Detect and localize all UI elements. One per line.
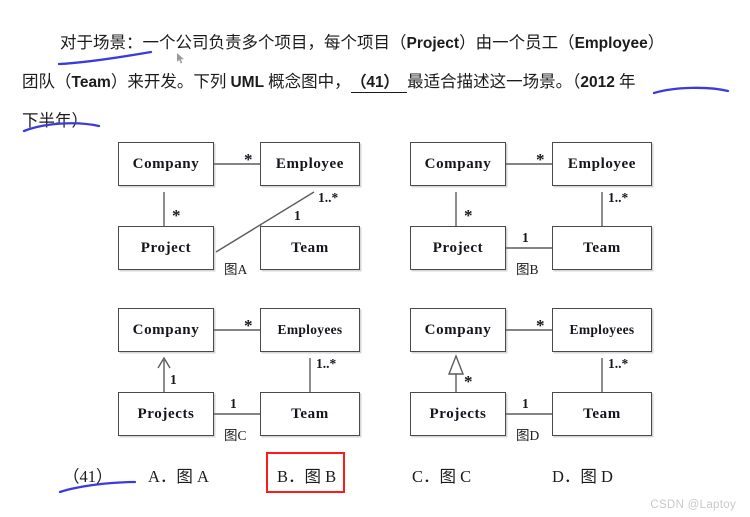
uml-a-company-label: Company bbox=[132, 155, 200, 172]
uml-b-node-team: Team bbox=[552, 226, 652, 270]
uml-d-node-employee: Employees bbox=[552, 308, 652, 352]
uml-d-team-label: Team bbox=[583, 405, 621, 422]
uml-a-employee-label: Employee bbox=[275, 155, 345, 172]
uml-a-node-team: Team bbox=[260, 226, 360, 270]
uml-diagram-b: Company Employee Project Team * * 1..* 1… bbox=[410, 134, 660, 284]
uml-b-company-label: Company bbox=[424, 155, 492, 172]
uml-c-team-label: Team bbox=[291, 405, 329, 422]
watermark: CSDN @Laptoy bbox=[650, 499, 736, 511]
answer-option-d[interactable]: D．图 D bbox=[552, 463, 613, 487]
uml-c-project-label: Projects bbox=[137, 405, 195, 422]
answer-option-c[interactable]: C．图 C bbox=[412, 463, 471, 487]
uml-c-node-company: Company bbox=[118, 308, 214, 352]
uml-c-employee-label: Employees bbox=[277, 322, 343, 337]
uml-c-mult-company-employee: * bbox=[244, 316, 253, 335]
selected-answer-highlight-box bbox=[266, 452, 345, 493]
uml-a-project-label: Project bbox=[140, 239, 192, 256]
uml-a-mult-team-cross: 1 bbox=[294, 208, 301, 223]
uml-b-employee-label: Employee bbox=[567, 155, 637, 172]
uml-c-company-label: Company bbox=[132, 321, 200, 338]
uml-c-mult-company-project: 1 bbox=[170, 372, 177, 387]
uml-c-node-employee: Employees bbox=[260, 308, 360, 352]
uml-b-node-company: Company bbox=[410, 142, 506, 186]
uml-b-mult-company-employee: * bbox=[536, 150, 545, 169]
answer-question-number: （41） bbox=[63, 467, 113, 486]
uml-a-node-project: Project bbox=[118, 226, 214, 270]
uml-d-generalization-triangle-icon bbox=[447, 354, 465, 375]
uml-b-mult-company-project: * bbox=[464, 206, 473, 225]
uml-b-team-label: Team bbox=[583, 239, 621, 256]
uml-d-node-company: Company bbox=[410, 308, 506, 352]
uml-c-node-team: Team bbox=[260, 392, 360, 436]
uml-a-mult-company-employee: * bbox=[244, 150, 253, 169]
uml-a-mult-company-project: * bbox=[172, 206, 181, 225]
uml-diagram-a: Company Employee Project Team * * 1..* 1… bbox=[118, 134, 368, 284]
uml-d-node-team: Team bbox=[552, 392, 652, 436]
uml-d-node-project: Projects bbox=[410, 392, 506, 436]
uml-a-caption: 图A bbox=[224, 262, 248, 277]
uml-diagram-d: Company Employees Projects Team * * 1..*… bbox=[410, 300, 660, 450]
uml-a-node-company: Company bbox=[118, 142, 214, 186]
uml-b-project-label: Project bbox=[432, 239, 484, 256]
uml-d-mult-company-project: * bbox=[464, 372, 473, 391]
uml-b-mult-project-team: 1 bbox=[522, 230, 529, 245]
uml-c-mult-employee-team: 1..* bbox=[316, 356, 337, 371]
uml-d-mult-project-team: 1 bbox=[522, 396, 529, 411]
uml-d-employee-label: Employees bbox=[569, 322, 635, 337]
uml-d-project-label: Projects bbox=[429, 405, 487, 422]
uml-b-node-employee: Employee bbox=[552, 142, 652, 186]
uml-d-caption: 图D bbox=[516, 428, 540, 443]
answer-options-row: （41） A．图 A B．图 B C．图 C D．图 D bbox=[0, 452, 750, 496]
uml-b-caption: 图B bbox=[516, 262, 539, 277]
uml-c-node-project: Projects bbox=[118, 392, 214, 436]
uml-a-node-employee: Employee bbox=[260, 142, 360, 186]
uml-diagram-c: Company Employees Projects Team * 1 1..*… bbox=[118, 300, 368, 450]
uml-a-mult-employee-project: 1..* bbox=[318, 190, 339, 205]
uml-b-mult-employee-team: 1..* bbox=[608, 190, 629, 205]
uml-a-team-label: Team bbox=[291, 239, 329, 256]
answer-option-a[interactable]: A．图 A bbox=[148, 463, 209, 487]
uml-d-mult-employee-team: 1..* bbox=[608, 356, 629, 371]
uml-b-node-project: Project bbox=[410, 226, 506, 270]
uml-diagram-grid: Company Employee Project Team * * 1..* 1… bbox=[0, 0, 750, 517]
uml-c-mult-project-team: 1 bbox=[230, 396, 237, 411]
uml-d-mult-company-employee: * bbox=[536, 316, 545, 335]
uml-c-caption: 图C bbox=[224, 428, 247, 443]
uml-d-company-label: Company bbox=[424, 321, 492, 338]
